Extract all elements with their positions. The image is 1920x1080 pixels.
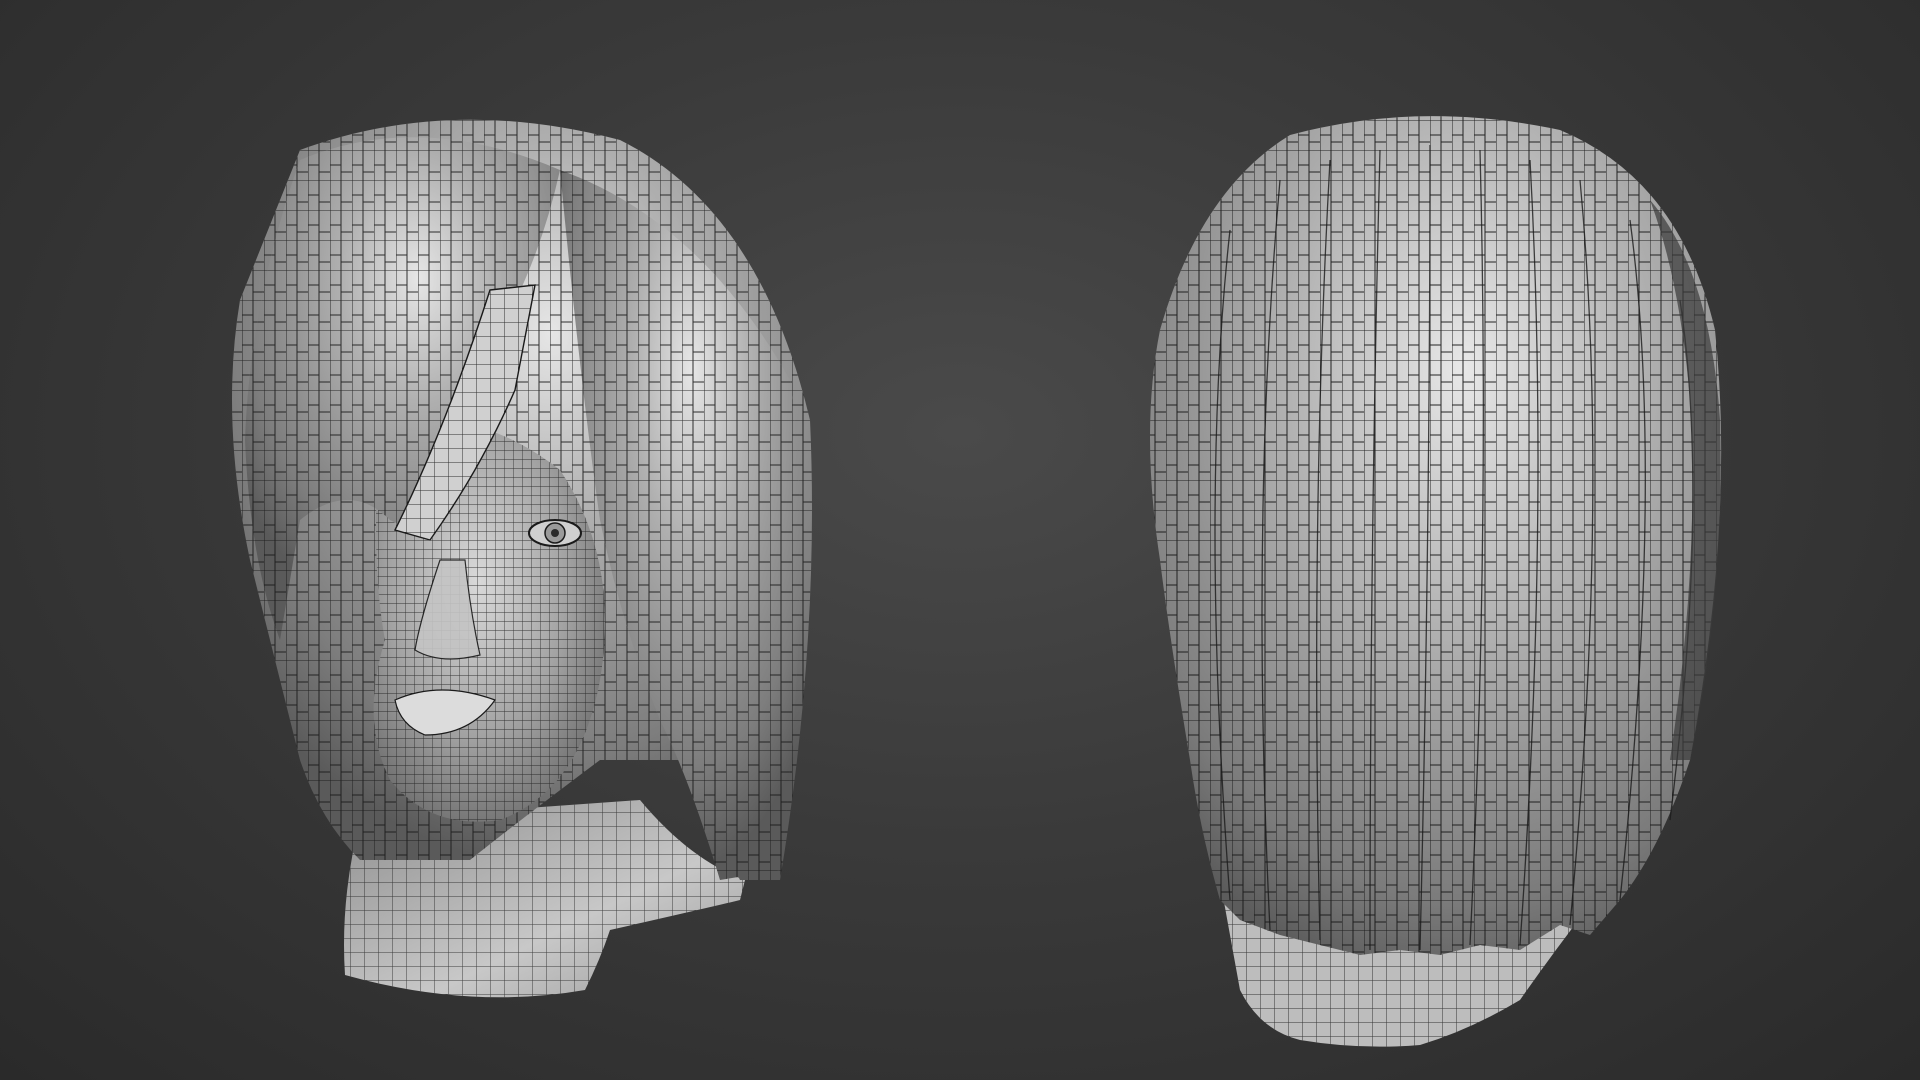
hair-back-view[interactable] (1150, 116, 1722, 1047)
3d-viewport[interactable] (0, 0, 1920, 1080)
head-front-view[interactable] (232, 119, 812, 998)
render-canvas (232, 116, 1722, 1047)
eye-icon (528, 519, 582, 547)
